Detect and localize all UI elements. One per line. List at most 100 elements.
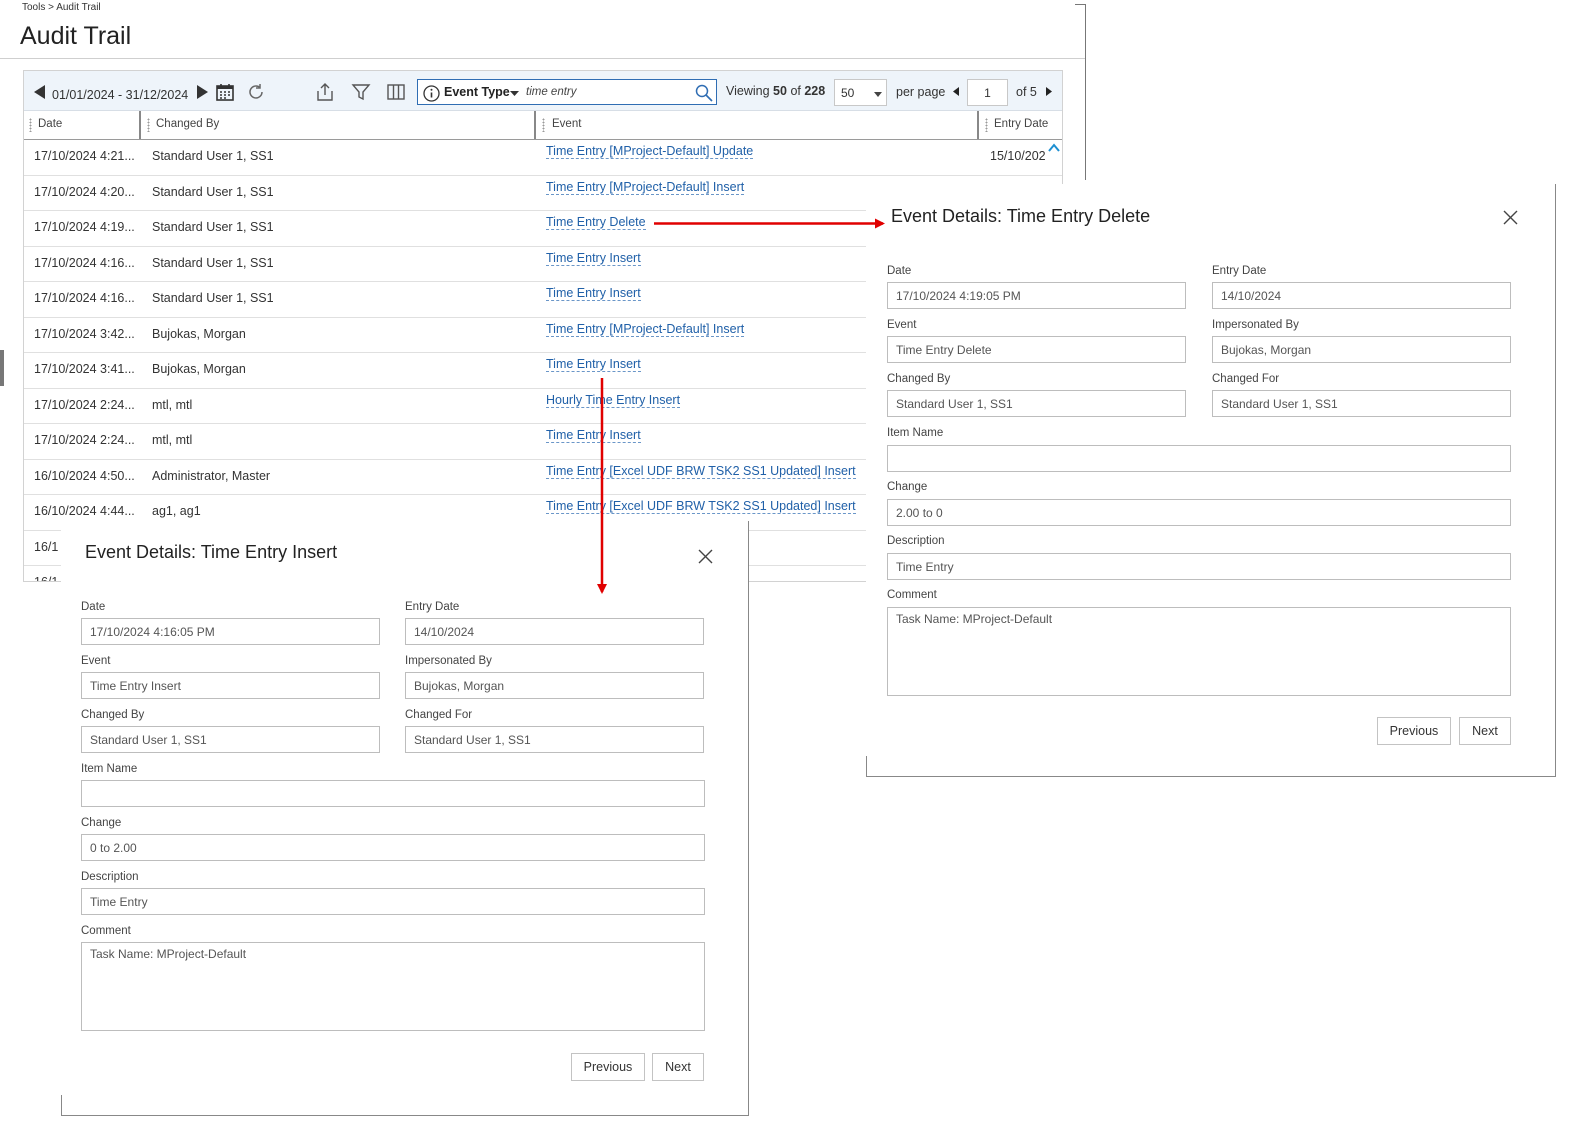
dialog-border [866,756,867,776]
field-impersonated-by[interactable]: Bujokas, Morgan [405,672,704,699]
label-entry-date: Entry Date [405,601,460,613]
info-icon[interactable] [422,84,440,102]
prev-range-icon[interactable] [32,83,48,101]
dropdown-caret-icon[interactable] [509,89,519,97]
next-button[interactable]: Next [652,1053,704,1081]
search-input[interactable]: time entry [526,86,577,98]
label-event: Event [887,319,917,331]
cell-date: 17/10/2024 4:21... [34,149,135,163]
grid-toolbar: 01/01/2024 - 31/12/2024 Event Type time … [24,71,1062,111]
label-changed-for: Changed For [405,709,473,721]
col-header-event[interactable]: Event [538,111,581,139]
col-header-changed-by[interactable]: Changed By [142,111,219,139]
cell-event-link[interactable]: Hourly Time Entry Insert [546,393,681,408]
label-changed-by: Changed By [81,709,145,721]
previous-button[interactable]: Previous [571,1053,645,1081]
field-comment[interactable]: Task Name: MProject-Default [81,942,705,1031]
prev-page-icon[interactable] [952,86,960,96]
date-range-label[interactable]: 01/01/2024 - 31/12/2024 [52,88,188,102]
field-item-name[interactable] [81,780,705,807]
cell-event-link[interactable]: Time Entry Delete [546,215,646,230]
cell-event-link[interactable]: Time Entry [Excel UDF BRW TSK2 SS1 Updat… [546,464,856,479]
next-page-icon[interactable] [1045,86,1053,96]
cell-date: 16/10/2024 4:50... [34,468,135,483]
sort-up-icon[interactable] [1048,140,1060,156]
cell-changed-by: mtl, mtl [152,433,193,447]
export-icon[interactable] [314,81,336,103]
cell-event-link[interactable]: Time Entry Insert [546,286,641,301]
search-box[interactable]: Event Type time entry [417,79,717,105]
dialog-border [61,1115,749,1116]
search-icon[interactable] [694,83,714,103]
label-changed-by: Changed By [887,373,951,385]
cell-changed-by: Bujokas, Morgan [152,362,246,376]
label-comment: Comment [81,925,131,937]
cell-event-link[interactable]: Time Entry [MProject-Default] Update [546,144,754,159]
label-date: Date [887,265,912,277]
page-number-input[interactable]: 1 [967,79,1008,106]
cell-event-link[interactable]: Time Entry [MProject-Default] Insert [546,180,745,195]
cell-event-link[interactable]: Time Entry Insert [546,357,641,372]
field-changed-for[interactable]: Standard User 1, SS1 [405,726,704,753]
columns-icon[interactable] [385,81,407,103]
page-count: of 5 [1016,85,1037,99]
field-description[interactable]: Time Entry [81,888,705,915]
cell-event-link[interactable]: Time Entry [Excel UDF BRW TSK2 SS1 Updat… [546,499,856,514]
field-event[interactable]: Time Entry Insert [81,672,380,699]
dialog-border [61,1095,62,1115]
page-title: Audit Trail [20,22,132,50]
calendar-icon[interactable] [215,82,235,102]
cell-date: 17/10/2024 2:24... [34,433,135,447]
field-description[interactable]: Time Entry [887,553,1511,580]
field-impersonated-by[interactable]: Bujokas, Morgan [1212,336,1511,363]
panel-edge [1085,4,1086,180]
label-item-name: Item Name [81,763,138,775]
cell-changed-by: Administrator, Master [152,468,271,483]
viewing-prefix: Viewing [726,84,770,98]
column-resizer[interactable] [977,111,979,139]
cell-event-link[interactable]: Time Entry Insert [546,428,641,443]
field-date[interactable]: 17/10/2024 4:16:05 PM [81,618,380,645]
refresh-icon[interactable] [245,81,267,103]
previous-button[interactable]: Previous [1377,717,1451,745]
field-changed-by[interactable]: Standard User 1, SS1 [81,726,380,753]
label-entry-date: Entry Date [1212,265,1267,277]
left-sidebar-tab[interactable] [0,350,4,386]
label-event: Event [81,655,111,667]
table-row[interactable]: 17/10/2024 4:21... Standard User 1, SS1 Ti… [24,140,1062,176]
cell-event-link[interactable]: Time Entry Insert [546,251,641,266]
search-type-selector[interactable]: Event Type [444,85,510,99]
breadcrumb[interactable]: Tools > Audit Trail [22,2,101,13]
col-header-date[interactable]: Date [24,111,62,139]
field-comment[interactable]: Task Name: MProject-Default [887,607,1511,696]
label-change: Change [81,817,122,829]
cell-event-link[interactable]: Time Entry [MProject-Default] Insert [546,322,745,337]
field-changed-for[interactable]: Standard User 1, SS1 [1212,390,1511,417]
filter-icon[interactable] [350,81,372,103]
field-entry-date[interactable]: 14/10/2024 [405,618,704,645]
field-entry-date[interactable]: 14/10/2024 [1212,282,1511,309]
cell-changed-by: ag1, ag1 [152,504,201,518]
label-item-name: Item Name [887,427,944,439]
field-event[interactable]: Time Entry Delete [887,336,1186,363]
panel-edge-tick [1075,4,1085,5]
field-changed-by[interactable]: Standard User 1, SS1 [887,390,1186,417]
viewing-total: 228 [804,84,826,98]
close-icon[interactable] [698,548,713,568]
per-page-select[interactable]: 50 [834,79,887,106]
next-button[interactable]: Next [1459,717,1511,745]
field-date[interactable]: 17/10/2024 4:19:05 PM [887,282,1186,309]
cell-changed-by: Standard User 1, SS1 [152,184,274,199]
label-impersonated-by: Impersonated By [405,655,492,667]
column-resizer[interactable] [139,111,141,139]
close-icon[interactable] [1503,209,1518,229]
field-change[interactable]: 2.00 to 0 [887,499,1511,526]
field-change[interactable]: 0 to 2.00 [81,834,705,861]
next-range-icon[interactable] [194,83,210,101]
field-item-name[interactable] [887,445,1511,472]
cell-changed-by: Bujokas, Morgan [152,326,246,341]
column-resizer[interactable] [534,111,536,139]
label-comment: Comment [887,589,937,601]
cell-changed-by: Standard User 1, SS1 [152,291,274,305]
col-header-entry-date[interactable]: Entry Date [980,111,1048,139]
